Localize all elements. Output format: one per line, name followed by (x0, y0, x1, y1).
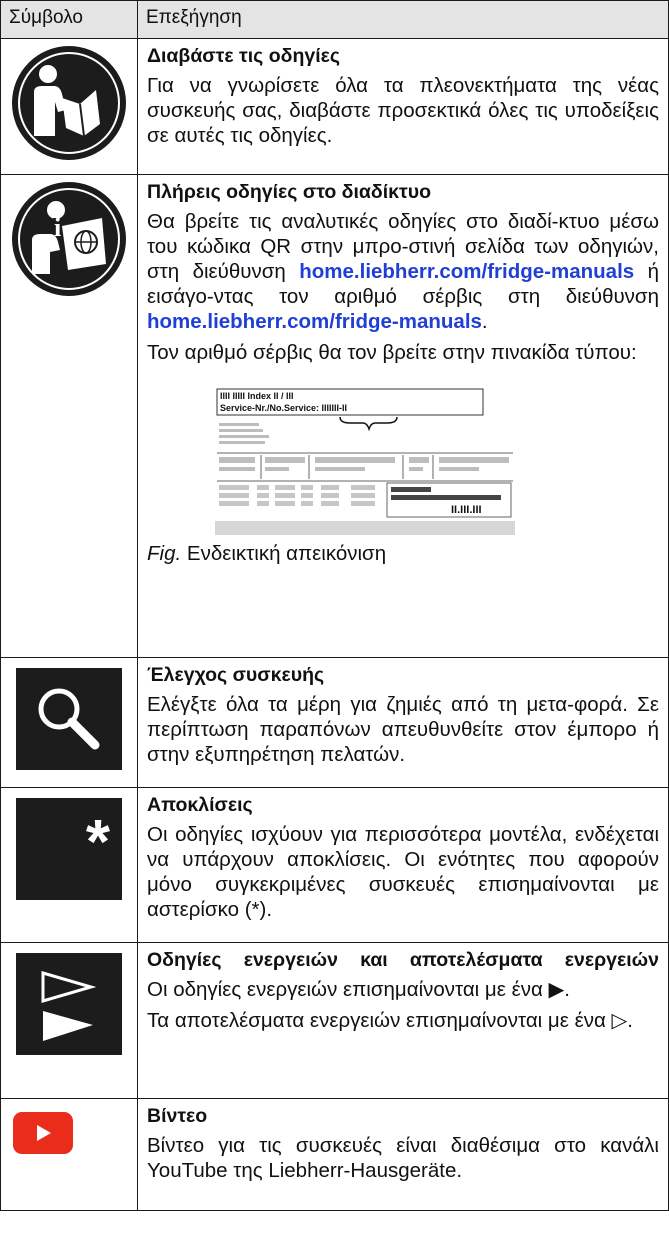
symbol-wrap (1, 943, 137, 1055)
explanation-cell: Πλήρεις οδηγίες στο διαδίκτυο Θα βρείτε … (137, 174, 669, 658)
table-header-row: Σύμβολο Επεξήγηση (0, 0, 669, 39)
row-title: Πλήρεις οδηγίες στο διαδίκτυο (147, 181, 431, 203)
table-row: Βίντεο Βίντεο για τις συσκευές είναι δια… (0, 1098, 669, 1211)
table-row: Διαβάστε τις οδηγίες Για να γνωρίσετε όλ… (0, 38, 669, 175)
row-text: Θα βρείτε τις αναλυτικές οδηγίες στο δια… (147, 209, 659, 334)
explanation-cell: Οδηγίες ενεργειών και αποτελέσματα ενεργ… (137, 942, 669, 1099)
row-title: Οδηγίες ενεργειών και αποτελέσματα ενεργ… (147, 949, 659, 971)
plate-code: II.III.III (451, 504, 482, 516)
row-title: Βίντεο (147, 1105, 208, 1127)
header-symbol: Σύμβολο (0, 0, 138, 39)
symbol-wrap (1, 1099, 137, 1154)
row-title: Διαβάστε τις οδηγίες (147, 45, 341, 67)
explanation-cell: Βίντεο Βίντεο για τις συσκευές είναι δια… (137, 1098, 669, 1211)
explanation-cell: Αποκλίσεις Οι οδηγίες ισχύουν για περισσ… (137, 787, 669, 943)
row-text: Οι οδηγίες ισχύουν για περισσότερα μοντέ… (147, 823, 659, 921)
symbol-wrap (1, 39, 137, 162)
symbol-cell (0, 38, 138, 175)
row-text: Τον αριθμό σέρβις θα τον βρείτε στην πιν… (147, 341, 637, 364)
explanation-cell: Διαβάστε τις οδηγίες Για να γνωρίσετε όλ… (137, 38, 669, 175)
table-row: Οδηγίες ενεργειών και αποτελέσματα ενεργ… (0, 942, 669, 1099)
plate-line1: IIII IIIII Index II / III (220, 391, 294, 401)
symbol-wrap: i (1, 175, 137, 298)
online-manual-icon: i (12, 182, 126, 296)
table-row: * Αποκλίσεις Οι οδηγίες ισχύουν για περι… (0, 787, 669, 943)
table-row: Έλεγχος συσκευής Ελέγξτε όλα τα μέρη για… (0, 657, 669, 788)
type-plate-illustration: IIII IIIII Index II / III Service-Nr./No… (215, 387, 515, 535)
row-title: Έλεγχος συσκευής (147, 664, 325, 686)
read-instructions-icon (12, 46, 126, 160)
symbol-cell (0, 942, 138, 1099)
asterisk-icon: * (16, 798, 122, 900)
symbol-cell (0, 1098, 138, 1211)
figure-caption: Fig. Ενδεικτική απεικόνιση (147, 541, 659, 566)
symbol-cell (0, 657, 138, 788)
caption-text: Ενδεικτική απεικόνιση (186, 542, 387, 565)
header-explanation: Επεξήγηση (137, 0, 669, 39)
symbol-wrap: * (1, 788, 137, 900)
explanation-cell: Έλεγχος συσκευής Ελέγξτε όλα τα μέρη για… (137, 657, 669, 788)
table-row: i Πλήρεις οδηγίες στο διαδίκτυο Θα βρείτ… (0, 174, 669, 658)
caption-fig: Fig. (147, 542, 182, 565)
symbol-wrap (1, 658, 137, 770)
row-text: Τα αποτελέσματα ενεργειών επισημαίνονται… (147, 1009, 633, 1032)
text-part: . (481, 310, 488, 333)
row-text: Οι οδηγίες ενεργειών επισημαίνονται με έ… (147, 978, 570, 1001)
symbol-cell: i (0, 174, 138, 658)
symbol-cell: * (0, 787, 138, 943)
row-title: Αποκλίσεις (147, 794, 253, 816)
action-triangles-icon (16, 953, 122, 1055)
row-text: Ελέγξτε όλα τα μέρη για ζημιές από τη με… (147, 693, 659, 766)
manual-link[interactable]: home.liebherr.com/fridge-manuals (147, 310, 482, 333)
manual-link[interactable]: home.liebherr.com/fridge-manuals (299, 260, 634, 283)
youtube-icon[interactable] (13, 1112, 73, 1154)
row-text: Για να γνωρίσετε όλα τα πλεονεκτήματα τη… (147, 74, 659, 147)
plate-line2: Service-Nr./No.Service: IIIIIII-II (220, 403, 347, 413)
row-text: Βίντεο για τις συσκευές είναι διαθέσιμα … (147, 1134, 659, 1182)
symbol-table: Σύμβολο Επεξήγηση Διαβάστε τις οδηγίες Γ… (0, 0, 669, 1211)
magnifier-icon (16, 668, 122, 770)
